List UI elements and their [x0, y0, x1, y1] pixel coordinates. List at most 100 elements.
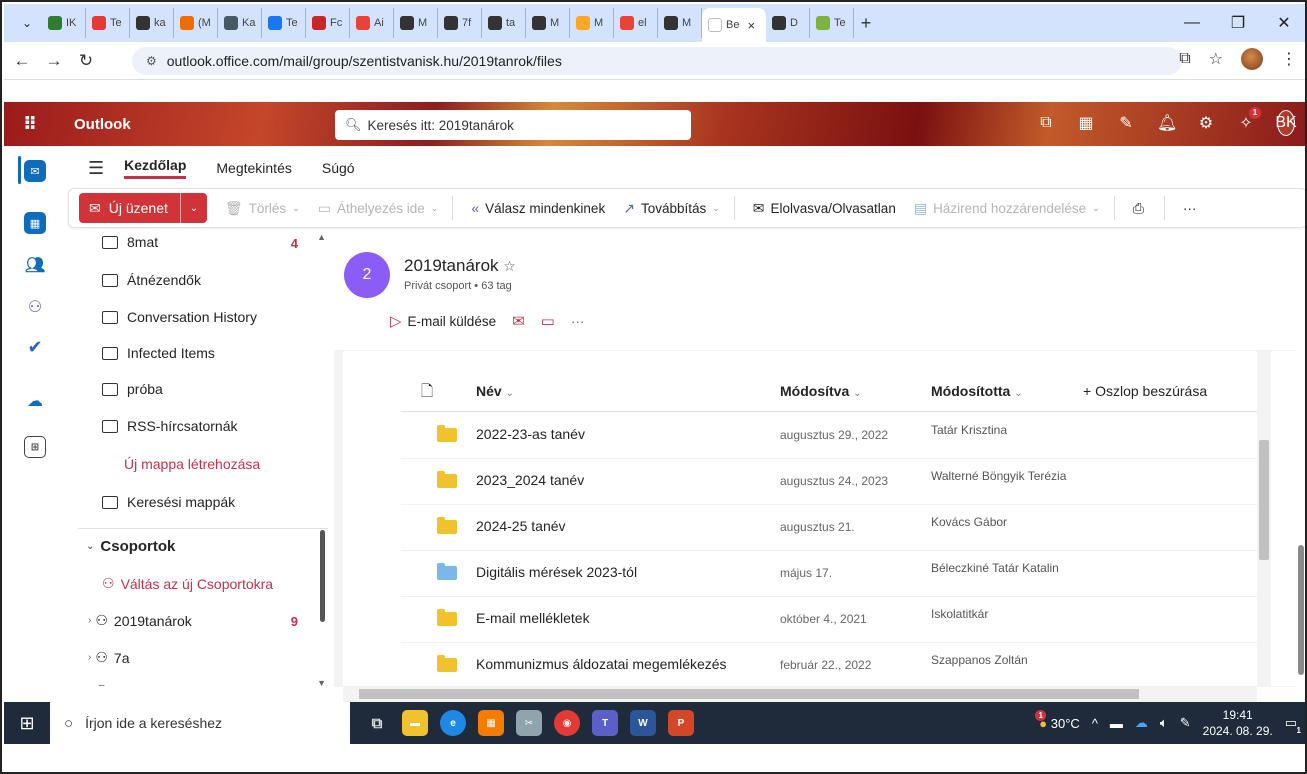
page-vertical-scrollbar[interactable] [1295, 350, 1305, 687]
groups-header[interactable]: ⌄ Csoportok [86, 538, 175, 555]
group-item-8a[interactable]: › ⚇ 8a [88, 682, 129, 686]
people-icon[interactable]: 👥︎ [24, 254, 46, 276]
scroll-down-icon[interactable]: ▼ [317, 678, 326, 686]
active-browser-tab[interactable]: Be × [702, 8, 766, 42]
onedrive-icon[interactable]: ☁ [24, 390, 46, 412]
volume-icon[interactable]: 🔈︎ [1160, 715, 1168, 731]
file-name[interactable]: 2023_2024 tanév [476, 472, 584, 488]
file-row[interactable]: 2024-25 tanév augusztus 21. Kovács Gábor [401, 505, 1257, 551]
task-view-icon[interactable]: ⧉ [364, 710, 390, 736]
windows-start-icon[interactable]: ⊞ [4, 713, 50, 734]
tab-search-chevron-icon[interactable]: ⌄ [12, 10, 42, 36]
teams-chat-icon[interactable]: ⧉ [1037, 114, 1055, 132]
browser-tab[interactable]: M [658, 8, 702, 38]
word-icon[interactable]: W [630, 710, 656, 736]
browser-tab[interactable]: Ai [350, 8, 394, 38]
search-input[interactable]: 🔍︎ Keresés itt: 2019tanárok [335, 110, 691, 140]
file-name[interactable]: 2024-25 tanév [476, 518, 566, 534]
calendar-icon[interactable]: ▭ [541, 312, 555, 330]
network-icon[interactable]: ▬ [1110, 716, 1123, 731]
new-tab-button[interactable]: + [854, 13, 878, 34]
switch-groups-link[interactable]: ⚇ Váltás az új Csoportokra [102, 575, 273, 592]
pen-icon[interactable]: ✎ [1180, 715, 1191, 731]
browser-tab[interactable]: M [570, 8, 614, 38]
file-row[interactable]: 2022-23-as tanév augusztus 29., 2022 Tatár… [401, 413, 1257, 459]
chrome-profile-avatar[interactable] [1241, 48, 1263, 70]
file-row[interactable]: 2023_2024 tanév augusztus 24., 2023 Walter… [401, 459, 1257, 505]
file-type-icon[interactable]: 🗋 [421, 381, 433, 406]
onedrive-tray-icon[interactable]: ☁ [1135, 715, 1148, 731]
browser-tab[interactable]: M [526, 8, 570, 38]
store-icon[interactable]: ▦ [478, 710, 504, 736]
snip-icon[interactable]: ✂ [516, 710, 542, 736]
column-modified-by[interactable]: Módosította ⌄ [931, 383, 1023, 399]
column-name[interactable]: Név ⌄ [476, 383, 514, 399]
calendar-icon[interactable]: ▦ [24, 212, 46, 234]
browser-tab[interactable]: ta [482, 8, 526, 38]
teams-icon[interactable]: T [592, 710, 618, 736]
notifications-icon[interactable]: ▭ 1 [1285, 715, 1301, 735]
chevron-up-icon[interactable]: ^ [1092, 716, 1098, 731]
tab-view[interactable]: Megtekintés [216, 160, 291, 176]
app-name[interactable]: Outlook [74, 116, 131, 133]
folder-scrollbar[interactable] [320, 530, 325, 622]
onenote-icon[interactable]: ▦ [1077, 113, 1095, 133]
file-name[interactable]: 2022-23-as tanév [476, 426, 585, 442]
more-options-button[interactable]: ··· [1183, 201, 1197, 216]
search-folders-item[interactable]: Keresési mappák [102, 494, 235, 510]
mail-icon[interactable]: ✉ [24, 160, 46, 182]
bell-icon[interactable]: 🔔︎ [1157, 113, 1177, 133]
edge-icon[interactable]: e [440, 710, 466, 736]
close-tab-icon[interactable]: × [747, 18, 755, 33]
delete-button[interactable]: 🗑︎ Törlés ⌄ [225, 200, 300, 217]
feedback-icon[interactable]: ✎ [1117, 113, 1135, 133]
chrome-icon[interactable]: ◉ [554, 710, 580, 736]
forward-button[interactable]: ↗ Továbbítás ⌄ [623, 200, 720, 217]
group-item-2019tanarok[interactable]: › ⚇ 2019tanárok [88, 612, 192, 629]
group-item-7a[interactable]: › ⚇ 7a [88, 649, 129, 666]
forward-icon[interactable]: → [40, 51, 68, 71]
clock[interactable]: 19:41 2024. 08. 29. [1203, 707, 1273, 739]
favorite-star-icon[interactable]: ☆ [503, 258, 516, 274]
close-window-icon[interactable]: ✕ [1261, 13, 1305, 33]
file-row[interactable]: Kommunizmus áldozatai megemlékezés februá… [401, 643, 1257, 686]
scroll-thumb[interactable] [359, 689, 1139, 699]
tab-help[interactable]: Súgó [322, 160, 355, 176]
new-message-dropdown[interactable]: ⌄ [181, 203, 207, 214]
taskbar-search-input[interactable]: ○ Írjon ide a kereséshez [50, 702, 350, 744]
file-name[interactable]: Kommunizmus áldozatai megemlékezés [476, 656, 727, 672]
new-message-button[interactable]: ✉ Új üzenet ⌄ [79, 193, 207, 223]
install-app-icon[interactable]: ⧉ [1179, 50, 1190, 68]
app-launcher-icon[interactable]: ⠿ [10, 114, 50, 135]
more-apps-icon[interactable]: ⊞ [24, 436, 46, 458]
browser-tab[interactable]: Fc [306, 8, 350, 38]
read-unread-button[interactable]: ✉ Elolvasva/Olvasatlan [753, 200, 896, 217]
powerpoint-icon[interactable]: P [668, 710, 694, 736]
groups-icon[interactable]: ⚇ [24, 296, 46, 318]
add-column-button[interactable]: + Oszlop beszúrása [1083, 383, 1207, 399]
mail-icon[interactable]: ✉ [512, 312, 525, 330]
hamburger-icon[interactable]: ☰ [88, 158, 104, 179]
send-email-button[interactable]: ▷ E-mail küldése [390, 312, 496, 330]
browser-tab[interactable]: Te [86, 8, 130, 38]
move-button[interactable]: ▭ Áthelyezés ide ⌄ [318, 200, 439, 217]
tips-icon[interactable]: ✧ 1 [1237, 107, 1261, 133]
todo-icon[interactable]: ✔ [24, 336, 46, 358]
minimize-icon[interactable]: — [1169, 14, 1215, 32]
more-button[interactable]: ··· [571, 314, 585, 329]
file-name[interactable]: Digitális mérések 2023-tól [476, 564, 637, 580]
tab-home[interactable]: Kezdőlap [124, 157, 187, 179]
browser-tab[interactable]: 7f [438, 8, 482, 38]
print-button[interactable]: ⎙ [1133, 200, 1150, 217]
browser-tab[interactable]: ka [130, 8, 174, 38]
folder-item-8mat[interactable]: 8mat [102, 234, 158, 250]
browser-tab[interactable]: el [614, 8, 658, 38]
reload-icon[interactable]: ↻ [72, 51, 100, 71]
browser-tab[interactable]: D [766, 8, 810, 38]
reply-all-button[interactable]: « Válasz mindenkinek [471, 200, 605, 216]
file-explorer-icon[interactable]: ▬ [402, 710, 428, 736]
folder-item-rss[interactable]: RSS-hírcsatornák [102, 418, 237, 434]
files-horizontal-scrollbar[interactable] [343, 686, 1257, 702]
gear-icon[interactable]: ⚙ [1197, 113, 1215, 133]
new-folder-link[interactable]: Új mappa létrehozása [124, 456, 260, 472]
